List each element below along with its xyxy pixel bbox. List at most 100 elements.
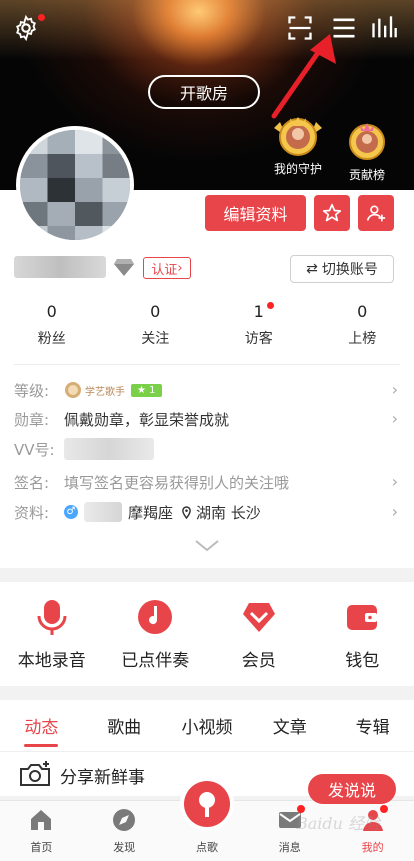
grade-title: 学艺歌手 xyxy=(85,386,125,398)
stat-visitors[interactable]: 1 访客 xyxy=(207,302,311,348)
contribution-rank-badge[interactable]: 贡献榜 xyxy=(338,118,396,183)
camera-plus-icon[interactable] xyxy=(18,760,52,788)
stat-value: 0 xyxy=(357,302,368,321)
certification-label: 认证 xyxy=(151,262,178,278)
vip-member-button[interactable]: 会员 xyxy=(207,582,311,686)
switch-account-label: 切换账号 xyxy=(321,262,378,278)
nav-label: 消息 xyxy=(278,841,301,854)
switch-account-button[interactable]: ⇄ 切换账号 xyxy=(290,255,394,283)
vv-number-row: VV号: xyxy=(14,437,400,461)
tab-feed[interactable]: 动态 xyxy=(0,700,83,751)
signature-placeholder: 填写签名更容易获得别人的关注哦 xyxy=(64,473,290,492)
nav-home[interactable]: 首页 xyxy=(0,801,83,861)
stat-label: 粉丝 xyxy=(37,331,66,347)
vv-label: VV号: xyxy=(14,440,55,459)
home-icon xyxy=(31,810,52,830)
male-icon: ♂ xyxy=(64,505,78,519)
grade-label: 等级: xyxy=(14,381,50,400)
share-news-label[interactable]: 分享新鲜事 xyxy=(60,763,145,788)
medal-label: 勋章: xyxy=(14,410,50,429)
chevron-right-icon: › xyxy=(177,260,183,276)
nav-label: 发现 xyxy=(113,841,136,854)
age-blurred xyxy=(84,502,122,522)
nav-label: 点歌 xyxy=(195,841,218,854)
vv-number-blurred xyxy=(64,438,154,460)
tab-short-videos[interactable]: 小视频 xyxy=(166,700,249,751)
location-pin-icon xyxy=(182,505,191,519)
compass-icon xyxy=(113,809,136,831)
nav-label: 我的 xyxy=(361,841,384,854)
content-tabs: 动态 歌曲 小视频 文章 专辑 xyxy=(0,700,414,752)
add-user-icon xyxy=(366,205,386,222)
star-icon xyxy=(322,203,342,222)
my-guardian-badge[interactable]: 我的守护 xyxy=(258,112,338,177)
visitor-notification-dot xyxy=(267,302,274,309)
nav-order-song[interactable]: 点歌 xyxy=(166,781,249,861)
chevron-right-icon: › xyxy=(391,409,398,428)
avatar[interactable] xyxy=(16,126,134,244)
quick-action-label: 本地录音 xyxy=(17,651,86,671)
favorite-button[interactable] xyxy=(314,195,350,231)
grade-level-badge: ★ 1 xyxy=(131,383,162,397)
grade-row[interactable]: 等级: 学艺歌手 ★ 1 › xyxy=(14,378,400,402)
add-friend-button[interactable] xyxy=(358,195,394,231)
mic-icon xyxy=(37,600,67,635)
stat-ranking[interactable]: 0 上榜 xyxy=(311,302,414,348)
stat-value: 0 xyxy=(46,302,57,321)
stats-row: 0 粉丝 0 关注 1 访客 0 上榜 xyxy=(0,302,414,348)
gear-icon[interactable] xyxy=(12,14,40,42)
baidu-watermark: Baidu 经验 xyxy=(296,814,381,833)
wallet-icon xyxy=(347,605,378,630)
quick-action-label: 会员 xyxy=(241,651,276,671)
local-recording-button[interactable]: 本地录音 xyxy=(0,582,104,686)
contribution-rank-label: 贡献榜 xyxy=(348,168,385,182)
medal-value: 佩戴勋章，彰显荣誉成就 xyxy=(64,410,230,429)
post-status-button[interactable]: 发说说 xyxy=(308,774,396,804)
mic-icon xyxy=(198,792,215,817)
quick-actions: 本地录音 已点伴奏 会员 钱包 xyxy=(0,582,414,686)
tab-articles[interactable]: 文章 xyxy=(248,700,331,751)
divider xyxy=(14,364,400,365)
quick-action-label: 钱包 xyxy=(345,651,380,671)
grade-medal-icon xyxy=(65,382,81,398)
stat-label: 上榜 xyxy=(348,331,377,347)
stat-label: 访客 xyxy=(244,331,273,347)
me-notification-dot xyxy=(380,805,389,813)
data-label: 资料: xyxy=(14,503,50,522)
my-guardian-label: 我的守护 xyxy=(273,162,322,176)
open-song-room-button[interactable]: 开歌房 xyxy=(148,75,260,109)
music-note-icon xyxy=(138,600,173,634)
wallet-button[interactable]: 钱包 xyxy=(311,582,414,686)
nav-discover[interactable]: 发现 xyxy=(83,801,166,861)
quick-action-label: 已点伴奏 xyxy=(121,651,190,671)
medal-row[interactable]: 勋章: 佩戴勋章，彰显荣誉成就 › xyxy=(14,407,400,431)
location-value: 湖南 长沙 xyxy=(196,503,261,522)
expand-chevron-icon[interactable] xyxy=(193,538,221,554)
swap-icon: ⇄ xyxy=(306,261,318,277)
ordered-accompaniment-button[interactable]: 已点伴奏 xyxy=(104,582,208,686)
chevron-right-icon: › xyxy=(391,502,398,521)
ranking-bars-icon[interactable] xyxy=(370,14,398,42)
stat-value: 1 xyxy=(253,302,264,321)
profile-data-row[interactable]: 资料: ♂ 摩羯座 湖南 长沙 › xyxy=(14,500,400,524)
stat-value: 0 xyxy=(150,302,161,321)
certification-button[interactable]: 认证 › xyxy=(143,257,191,279)
chevron-right-icon: › xyxy=(391,472,398,491)
username-blurred xyxy=(14,256,106,278)
order-song-circle xyxy=(183,781,230,827)
edit-profile-button[interactable]: 编辑资料 xyxy=(205,195,306,231)
tab-albums[interactable]: 专辑 xyxy=(331,700,414,751)
signature-row[interactable]: 签名: 填写签名更容易获得别人的关注哦 › xyxy=(14,470,400,494)
tab-songs[interactable]: 歌曲 xyxy=(83,700,166,751)
diamond-icon[interactable] xyxy=(113,257,135,277)
red-annotation-arrow-icon xyxy=(271,34,336,119)
stat-fans[interactable]: 0 粉丝 xyxy=(0,302,104,348)
vip-heart-icon xyxy=(242,603,275,632)
grade-title-badge: 学艺歌手 xyxy=(64,381,125,399)
contribution-medal-icon xyxy=(349,123,385,160)
stat-following[interactable]: 0 关注 xyxy=(104,302,208,348)
stat-label: 关注 xyxy=(141,331,170,347)
guardian-medal-icon xyxy=(274,117,322,156)
signature-label: 签名: xyxy=(14,473,50,492)
constellation-value: 摩羯座 xyxy=(128,503,174,522)
